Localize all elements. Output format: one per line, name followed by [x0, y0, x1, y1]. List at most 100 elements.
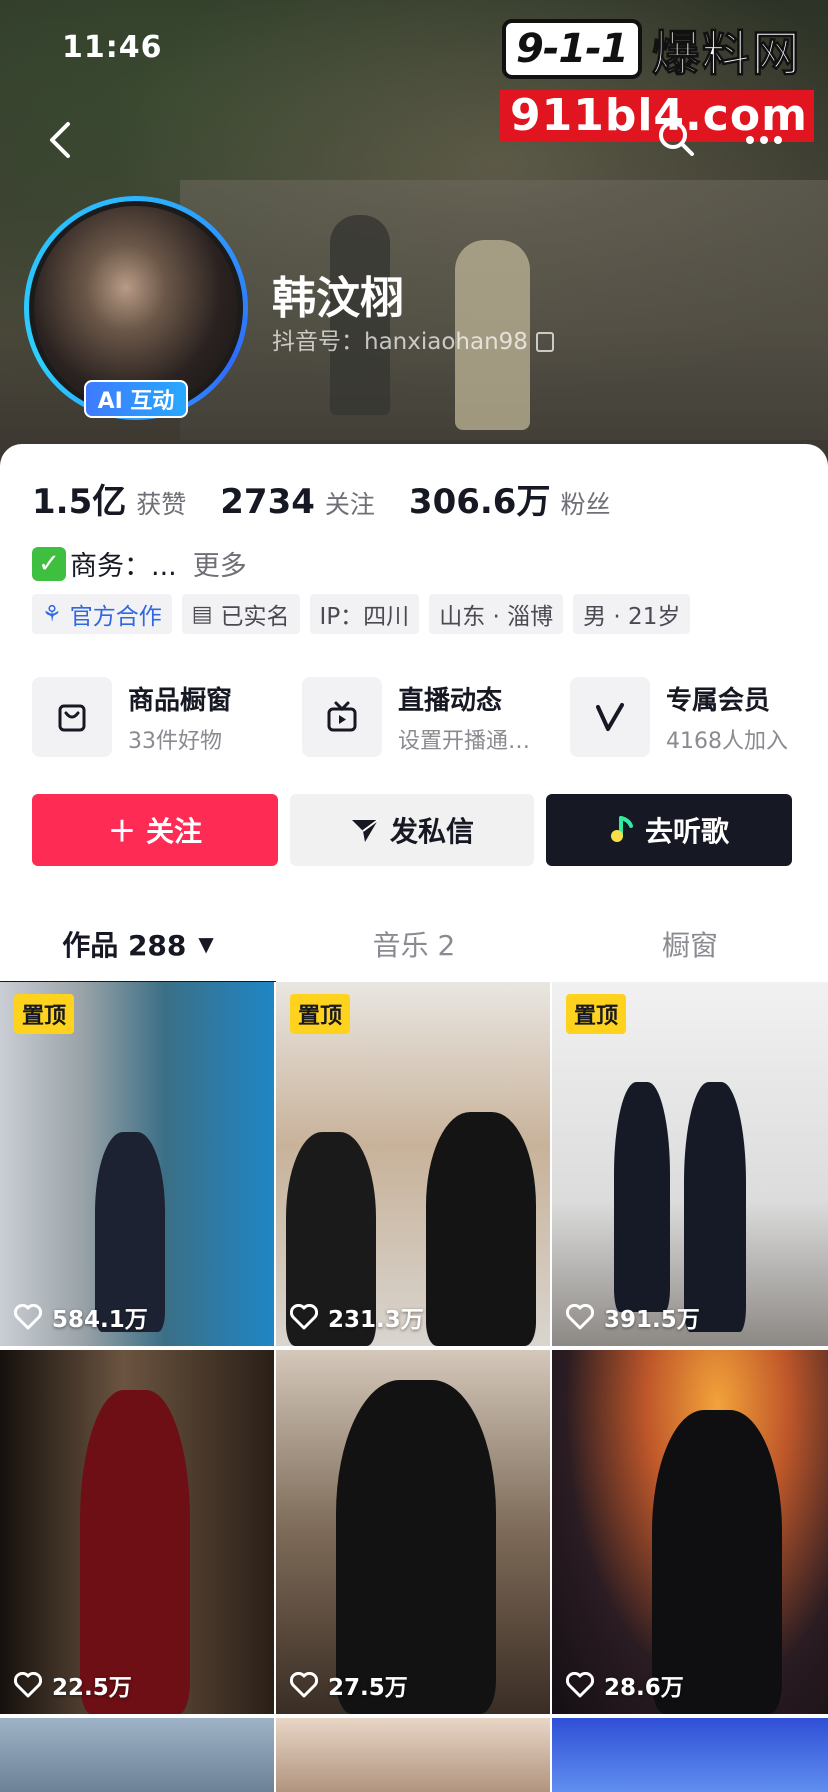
tab-music[interactable]: 音乐 2 — [276, 904, 552, 984]
action-buttons: ＋ 关注 发私信 去听歌 — [32, 794, 792, 866]
tag-row: ⚘ 官方合作 ▤ 已实名 IP：四川 山东 · 淄博 男 · 21岁 — [32, 594, 700, 634]
thumbnail-figure — [684, 1082, 746, 1332]
likes-count: 28.6万 — [566, 1668, 684, 1702]
stat-value: 1.5亿 — [32, 482, 127, 522]
likes-text: 28.6万 — [604, 1675, 684, 1701]
tag-label: 已实名 — [220, 604, 290, 630]
pinned-badge: 置顶 — [566, 994, 627, 1034]
service-subtitle: 4168人加入 — [666, 728, 788, 754]
plus-icon: ＋ — [107, 815, 136, 848]
v-member-icon — [570, 677, 650, 757]
douyin-id-text: 抖音号：hanxiaohan98 — [272, 329, 528, 355]
follow-label: 关注 — [146, 815, 203, 848]
video-thumbnail[interactable]: 置顶 231.3万 — [276, 982, 552, 1346]
content-tabs: 作品 288 ▼ 音乐 2 橱窗 — [0, 904, 828, 985]
stat-followers[interactable]: 306.6万 粉丝 — [409, 474, 611, 523]
check-icon: ✓ — [32, 546, 66, 581]
likes-count: 231.3万 — [290, 1300, 424, 1334]
pinned-badge: 置顶 — [14, 994, 75, 1034]
pinned-badge: 置顶 — [290, 994, 351, 1034]
stat-value: 306.6万 — [408, 482, 551, 522]
stat-label: 粉丝 — [560, 490, 611, 519]
video-thumbnail[interactable] — [0, 1718, 276, 1792]
ai-interact-badge[interactable]: AI 互动 — [84, 380, 188, 418]
likes-count: 391.5万 — [566, 1300, 700, 1334]
bio-text: 商务：... — [70, 551, 177, 582]
tag-official-partner[interactable]: ⚘ 官方合作 — [32, 594, 172, 634]
likes-count: 27.5万 — [290, 1668, 408, 1702]
handshake-icon: ⚘ — [42, 601, 62, 627]
tag-ip: IP：四川 — [309, 594, 420, 634]
message-label: 发私信 — [389, 815, 474, 848]
music-label: 去听歌 — [644, 815, 729, 848]
profile-name: 韩汶栩 — [272, 273, 404, 324]
video-thumbnail[interactable]: 置顶 391.5万 — [552, 982, 828, 1346]
video-thumbnail[interactable] — [552, 1718, 828, 1792]
tag-label: 山东 · 淄博 — [439, 604, 554, 630]
more-button[interactable] — [742, 118, 786, 162]
likes-count: 584.1万 — [14, 1300, 148, 1334]
heart-icon — [290, 1304, 318, 1330]
service-live[interactable]: 直播动态 设置开播通… — [302, 674, 530, 760]
chevron-left-icon — [50, 122, 70, 158]
more-dots-icon — [746, 136, 782, 144]
video-thumbnail[interactable]: 27.5万 — [276, 1350, 552, 1714]
listen-music-button[interactable]: 去听歌 — [546, 794, 792, 866]
search-icon — [659, 121, 694, 156]
id-card-icon: ▤ — [191, 601, 213, 627]
likes-text: 584.1万 — [52, 1307, 148, 1333]
stat-following[interactable]: 2734 关注 — [220, 482, 375, 522]
service-title: 专属会员 — [666, 685, 771, 716]
bio[interactable]: ✓ 商务：... 更多 — [32, 544, 247, 583]
tab-label: 橱窗 — [661, 929, 718, 962]
douyin-id[interactable]: 抖音号：hanxiaohan98 — [272, 322, 554, 356]
heart-icon — [14, 1672, 42, 1698]
stats-row: 1.5亿 获赞 2734 关注 306.6万 粉丝 — [32, 474, 644, 523]
thumbnail-figure — [80, 1390, 190, 1714]
stat-value: 2734 — [220, 482, 315, 522]
service-subtitle: 设置开播通… — [398, 728, 531, 754]
heart-icon — [566, 1304, 594, 1330]
tag-label: IP：四川 — [319, 604, 410, 630]
service-subtitle: 33件好物 — [128, 728, 222, 754]
service-shop-window[interactable]: 商品橱窗 33件好物 — [32, 674, 232, 760]
tag-label: 男 · 21岁 — [583, 604, 681, 630]
tag-label: 官方合作 — [69, 604, 162, 630]
stat-likes[interactable]: 1.5亿 获赞 — [32, 474, 186, 523]
watermark-logo-text: 爆料网 — [651, 26, 802, 83]
send-icon — [351, 819, 379, 842]
tab-works[interactable]: 作品 288 ▼ — [0, 904, 276, 985]
copy-icon[interactable] — [535, 332, 554, 352]
search-button[interactable] — [656, 118, 696, 158]
caret-down-icon: ▼ — [198, 932, 214, 956]
heart-icon — [14, 1304, 42, 1330]
tv-icon — [302, 677, 382, 757]
services-row: 商品橱窗 33件好物 直播动态 设置开播通… 专属会员 4168人加入 — [32, 674, 828, 760]
likes-text: 391.5万 — [604, 1307, 700, 1333]
tag-gender-age: 男 · 21岁 — [573, 594, 691, 634]
service-membership[interactable]: 专属会员 4168人加入 — [570, 674, 788, 760]
heart-icon — [290, 1672, 318, 1698]
thumbnail-figure — [426, 1112, 536, 1346]
video-thumbnail[interactable] — [276, 1718, 552, 1792]
follow-button[interactable]: ＋ 关注 — [32, 794, 278, 866]
tag-verified[interactable]: ▤ 已实名 — [181, 594, 300, 634]
tab-shop-window[interactable]: 橱窗 — [552, 904, 828, 984]
likes-count: 22.5万 — [14, 1668, 132, 1702]
stat-label: 获赞 — [136, 490, 187, 519]
status-time: 11:46 — [62, 30, 163, 65]
watermark-logo-number: 9-1-1 — [502, 19, 642, 79]
bio-more-link[interactable]: 更多 — [193, 544, 247, 583]
stat-label: 关注 — [324, 490, 375, 519]
back-button[interactable] — [44, 118, 80, 162]
music-note-icon — [610, 816, 633, 842]
video-thumbnail[interactable]: 置顶 584.1万 — [0, 982, 276, 1346]
likes-text: 27.5万 — [328, 1675, 408, 1701]
thumbnail-figure — [336, 1380, 496, 1714]
heart-icon — [566, 1672, 594, 1698]
video-thumbnail[interactable]: 28.6万 — [552, 1350, 828, 1714]
video-grid: 置顶 584.1万 置顶 231.3万 置顶 391.5万 22.5万 27.5… — [0, 982, 828, 1792]
tag-location: 山东 · 淄博 — [429, 594, 564, 634]
message-button[interactable]: 发私信 — [290, 794, 534, 866]
video-thumbnail[interactable]: 22.5万 — [0, 1350, 276, 1714]
